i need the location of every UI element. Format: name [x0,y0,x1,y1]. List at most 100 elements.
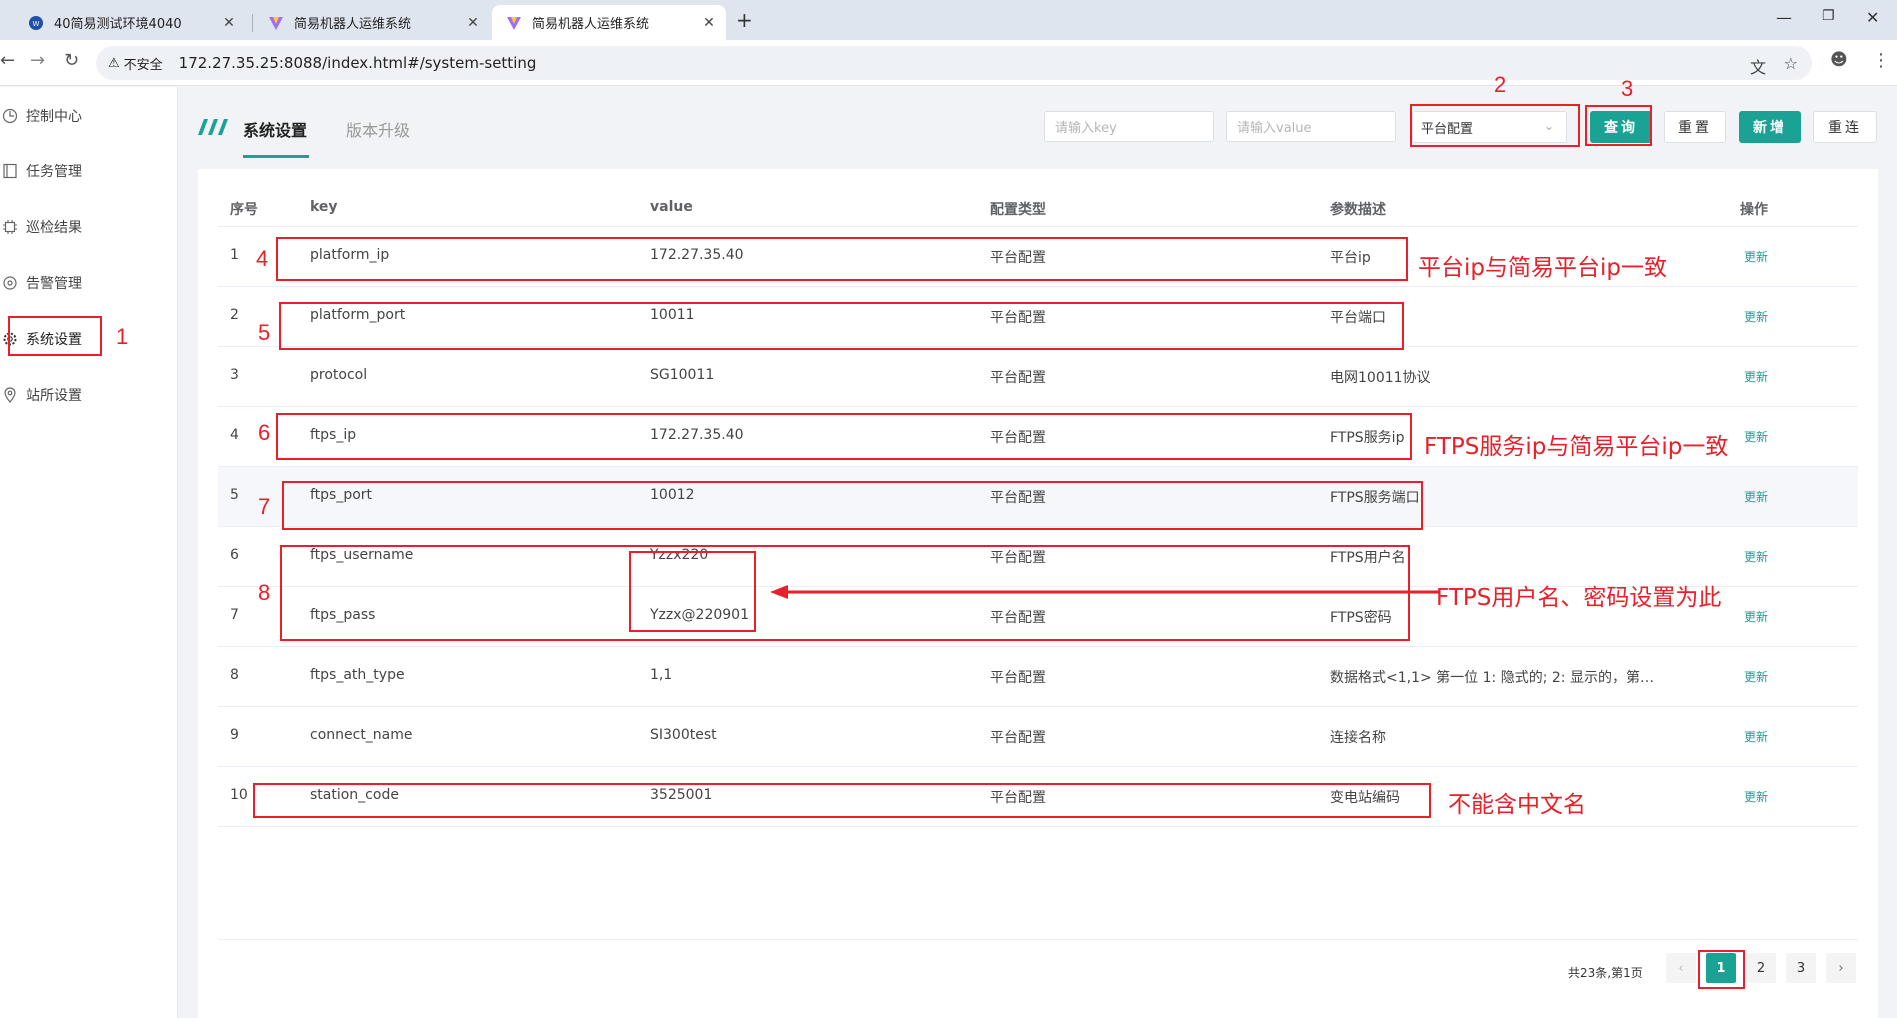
omnibox[interactable]: ⚠ 不安全 172.27.35.25:8088/index.html#/syst… [96,46,1812,80]
annotation-number: 5 [258,320,271,345]
vite-logo-icon [507,16,521,30]
cell-index: 2 [230,307,239,323]
annotation-box-row-10 [253,783,1431,818]
annotation-box-query-button [1585,105,1652,146]
sidebar-item-label: 任务管理 [26,164,82,180]
annotation-note-ftps-credentials: FTPS用户名、密码设置为此 [1436,585,1722,611]
tab-title: 简易机器人运维系统 [532,17,650,32]
cell-index: 8 [230,667,239,683]
column-header: value [650,199,693,215]
url-text[interactable]: 172.27.35.25:8088/index.html#/system-set… [179,54,537,72]
browser-tab-3-active[interactable]: 简易机器人运维系统 ✕ [492,5,726,40]
update-link[interactable]: 更新 [1744,368,1768,385]
table-row: 3 protocol SG10011 平台配置 电网10011协议 更新 [218,347,1858,407]
column-header: 参数描述 [1330,202,1386,218]
minimize-icon[interactable]: — [1776,8,1792,27]
annotation-note-ftps-ip: FTPS服务ip与简易平台ip一致 [1424,434,1729,460]
tab-system-settings[interactable]: 系统设置 [243,117,307,141]
annotation-number: 1 [116,324,129,349]
sidebar-item-task-management[interactable]: 任务管理 [0,151,178,191]
sidebar-item-alarm-management[interactable]: 告警管理 [0,263,178,303]
tab-close-icon[interactable]: ✕ [698,15,720,31]
pagination-page-2[interactable]: 2 [1746,953,1776,983]
annotation-box-row-4 [276,413,1412,460]
cell-desc: 数据格式<1,1> 第一位 1: 隐式的; 2: 显示的，第… [1330,670,1654,686]
annotation-arrow-icon [770,585,1440,599]
new-tab-button[interactable]: + [736,8,753,32]
translate-icon[interactable]: 文 [1750,54,1766,78]
active-tab-indicator [243,155,309,158]
stripes-decoration-icon [198,119,228,135]
browser-tab-1[interactable]: W 40简易测试环境4040 ✕ [14,5,246,40]
table-bottom-divider [218,939,1858,940]
annotation-box-page-1 [1698,950,1745,989]
annotation-box-config-select [1410,104,1580,147]
cell-index: 5 [230,487,239,503]
bookmark-star-icon[interactable]: ☆ [1784,54,1798,73]
restore-icon[interactable]: ❐ [1822,8,1835,24]
cell-type: 平台配置 [990,670,1046,686]
sidebar-item-label: 巡检结果 [26,220,82,236]
forward-arrow-icon[interactable]: → [30,50,45,71]
browser-tab-2[interactable]: 简易机器人运维系统 ✕ [254,5,490,40]
tab-version-upgrade[interactable]: 版本升级 [346,117,410,141]
update-link[interactable]: 更新 [1744,488,1768,505]
annotation-number: 4 [256,246,269,271]
dashboard-icon [2,108,18,124]
reset-button[interactable]: 重置 [1664,111,1726,143]
alert-icon [3,276,17,290]
cell-index: 1 [230,247,239,263]
update-link[interactable]: 更新 [1744,308,1768,325]
cell-value: SI300test [650,727,717,743]
cell-value: 1,1 [650,667,673,683]
key-search-input[interactable]: 请输入key [1044,111,1214,142]
pagination-next-button[interactable]: › [1826,953,1856,983]
update-link[interactable]: 更新 [1744,668,1768,685]
pagination-page-3[interactable]: 3 [1786,953,1816,983]
reload-icon[interactable]: ↻ [64,50,79,71]
vite-logo-icon [269,16,283,30]
update-link[interactable]: 更新 [1744,788,1768,805]
table-row: 8 ftps_ath_type 1,1 平台配置 数据格式<1,1> 第一位 1… [218,647,1858,707]
profile-icon[interactable]: ☻ [1830,50,1848,70]
cell-index: 7 [230,607,239,623]
value-search-input[interactable]: 请输入value [1226,111,1396,142]
tab-close-icon[interactable]: ✕ [218,15,240,31]
sidebar-item-label: 控制中心 [26,109,82,125]
sidebar-item-label: 站所设置 [26,388,82,404]
sidebar-item-station-settings[interactable]: 站所设置 [0,375,178,415]
browser-tab-bar: W 40简易测试环境4040 ✕ 简易机器人运维系统 ✕ 简易机器人运维系统 ✕… [0,0,1897,40]
browser-menu-icon[interactable]: ⋮ [1872,50,1890,71]
annotation-number: 8 [258,580,271,605]
cell-index: 9 [230,727,239,743]
column-header: 配置类型 [990,202,1046,218]
table-row: 9 connect_name SI300test 平台配置 连接名称 更新 [218,707,1858,767]
reconnect-button[interactable]: 重连 [1813,111,1877,143]
sidebar-item-control-center[interactable]: 控制中心 [0,96,178,136]
cell-index: 4 [230,427,239,443]
sidebar-item-inspection-results[interactable]: 巡检结果 [0,207,178,247]
column-header: 操作 [1740,202,1768,218]
warning-icon[interactable]: ⚠ [108,56,120,71]
update-link[interactable]: 更新 [1744,608,1768,625]
tab-close-icon[interactable]: ✕ [462,15,484,31]
cell-key: ftps_ath_type [310,667,405,683]
location-icon [4,387,16,403]
cell-key: protocol [310,367,368,383]
cell-desc: 电网10011协议 [1330,370,1431,386]
window-close-icon[interactable]: ✕ [1866,8,1879,27]
chip-icon [3,220,17,234]
pagination-prev-button[interactable]: ‹ [1666,953,1696,983]
tab-title: 简易机器人运维系统 [294,17,412,32]
add-button[interactable]: 新增 [1739,111,1801,143]
address-bar-row: ← → ↻ ⚠ 不安全 172.27.35.25:8088/index.html… [0,40,1897,86]
update-link[interactable]: 更新 [1744,728,1768,745]
update-link[interactable]: 更新 [1744,428,1768,445]
back-arrow-icon[interactable]: ← [0,50,15,71]
sidebar-item-label: 告警管理 [26,276,82,292]
update-link[interactable]: 更新 [1744,248,1768,265]
cell-index: 6 [230,547,239,563]
update-link[interactable]: 更新 [1744,548,1768,565]
security-label[interactable]: 不安全 [124,54,163,73]
cell-index: 10 [230,787,248,803]
